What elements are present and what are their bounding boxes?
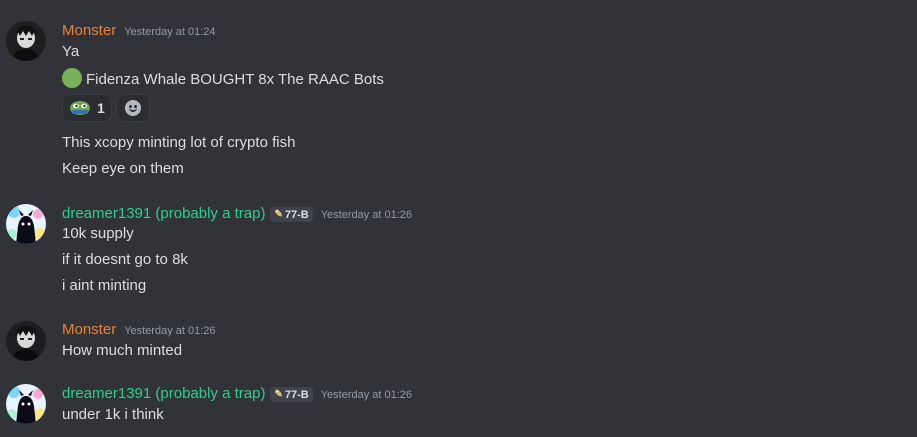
username[interactable]: dreamer1391 (probably a trap)	[62, 385, 265, 402]
message-text: i aint minting	[62, 277, 147, 294]
message-text: 10k supply	[62, 225, 134, 242]
message-text: Fidenza Whale BOUGHT 8x The RAAC Bots	[62, 68, 384, 90]
message-text: if it doesnt go to 8k	[62, 251, 188, 268]
pepe-emoji-icon	[70, 101, 90, 115]
message-text-content: Fidenza Whale BOUGHT 8x The RAAC Bots	[86, 71, 384, 88]
add-reaction-icon	[124, 100, 141, 116]
timestamp[interactable]: Yesterday at 01:26	[321, 389, 412, 401]
username[interactable]: Monster	[62, 22, 116, 39]
avatar[interactable]	[6, 21, 46, 61]
avatar[interactable]	[6, 384, 46, 424]
reactions-bar: 1	[62, 94, 150, 122]
avatar[interactable]	[6, 204, 46, 244]
username[interactable]: dreamer1391 (probably a trap)	[62, 205, 265, 222]
green-circle-icon	[62, 68, 82, 88]
reaction-count: 1	[97, 100, 105, 116]
role-tag[interactable]: ✎ 77-B	[270, 387, 313, 402]
role-tag-label: 77-B	[284, 208, 309, 221]
dreamer-avatar-icon	[6, 384, 46, 424]
timestamp[interactable]: Yesterday at 01:26	[124, 325, 215, 337]
dreamer-avatar-icon	[6, 204, 46, 244]
message-text: under 1k i think	[62, 406, 164, 423]
role-tag[interactable]: ✎ 77-B	[270, 207, 313, 222]
monster-avatar-icon	[6, 321, 46, 361]
message-text: How much minted	[62, 342, 183, 359]
pencil-icon: ✎	[274, 209, 283, 220]
message-text: This xcopy minting lot of crypto fish	[62, 134, 296, 151]
reaction-pepe[interactable]: 1	[62, 94, 112, 122]
message-text: Keep eye on them	[62, 160, 184, 177]
message-text: Ya	[62, 43, 80, 60]
role-tag-label: 77-B	[284, 388, 309, 401]
username[interactable]: Monster	[62, 321, 116, 338]
timestamp[interactable]: Yesterday at 01:26	[321, 209, 412, 221]
monster-avatar-icon	[6, 21, 46, 61]
chat-message-list: Monster Yesterday at 01:24 Ya Fidenza Wh…	[0, 0, 917, 437]
pencil-icon: ✎	[274, 389, 283, 400]
add-reaction-button[interactable]	[115, 94, 150, 122]
avatar[interactable]	[6, 321, 46, 361]
timestamp[interactable]: Yesterday at 01:24	[124, 26, 215, 38]
